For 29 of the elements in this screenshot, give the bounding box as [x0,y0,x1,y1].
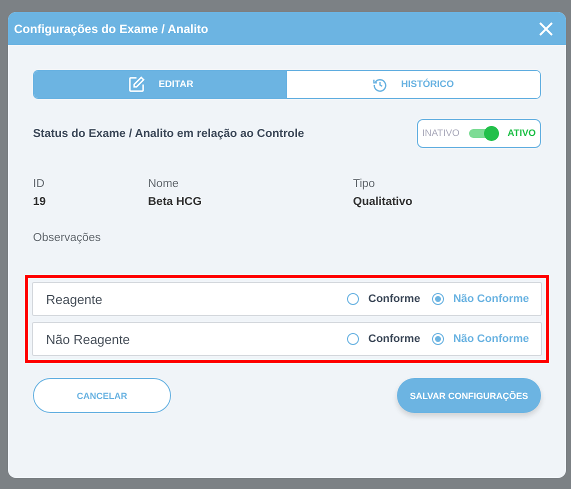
option-label[interactable]: Não Conforme [453,293,529,305]
field-value: Qualitativo [353,196,414,208]
cancel-button[interactable]: CANCELAR [33,378,171,413]
toggle-on-label: ATIVO [507,128,536,139]
toggle-switch[interactable] [469,129,498,138]
radio-button[interactable] [432,293,444,305]
radio-button[interactable] [432,333,444,345]
result-name: Não Reagente [46,332,130,346]
radio-button[interactable] [347,333,360,345]
field-value: Beta HCG [148,196,203,208]
history-icon [373,78,388,92]
observations-label: Observações [33,232,102,244]
option-label[interactable]: Conforme [368,293,420,305]
modal-title: Configurações do Exame / Analito [14,22,208,36]
save-button[interactable]: SALVAR CONFIGURAÇÕES [397,378,541,413]
status-label: Status do Exame / Analito em relação ao Controle [33,128,304,140]
tab[interactable]: EDITAR [34,71,287,98]
radio-button[interactable] [347,293,360,305]
edit-icon [128,76,145,93]
field-label: Tipo [353,178,376,190]
close-button[interactable] [538,20,554,36]
option-label[interactable]: Conforme [368,333,420,345]
option-label[interactable]: Não Conforme [453,333,529,345]
close-icon [538,20,554,36]
toggle-off-label: INATIVO [422,128,460,139]
field-label: Nome [148,178,180,190]
field-label: ID [33,178,46,190]
result-name: Reagente [46,292,102,306]
field-value: 19 [33,196,47,208]
